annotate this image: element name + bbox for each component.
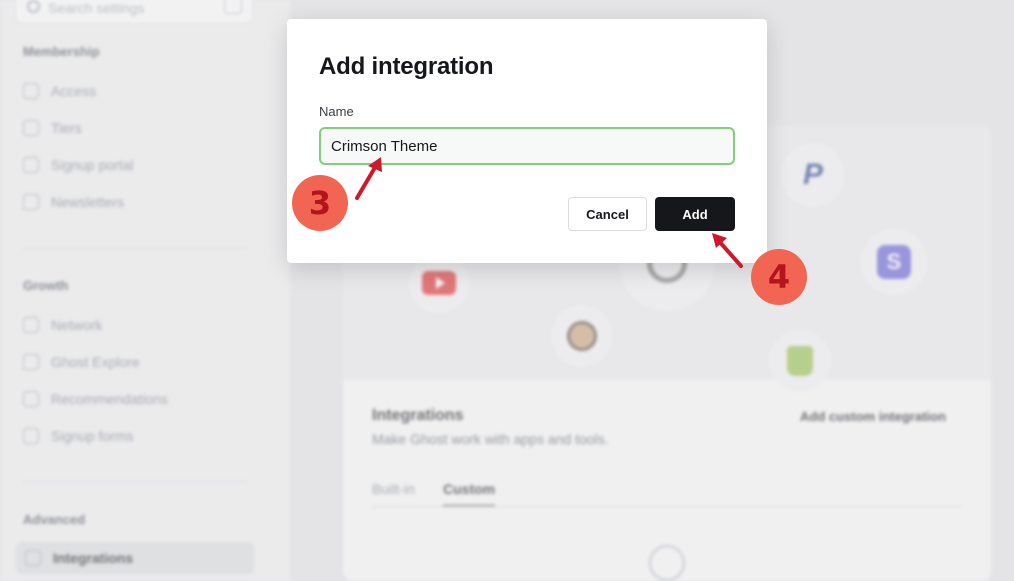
arrow-to-name-input — [355, 162, 379, 200]
annotation-arrows — [355, 157, 743, 268]
step-3-marker: 3 — [292, 175, 348, 231]
arrow-to-add-button — [716, 238, 743, 268]
step-4-marker: 4 — [751, 249, 807, 305]
